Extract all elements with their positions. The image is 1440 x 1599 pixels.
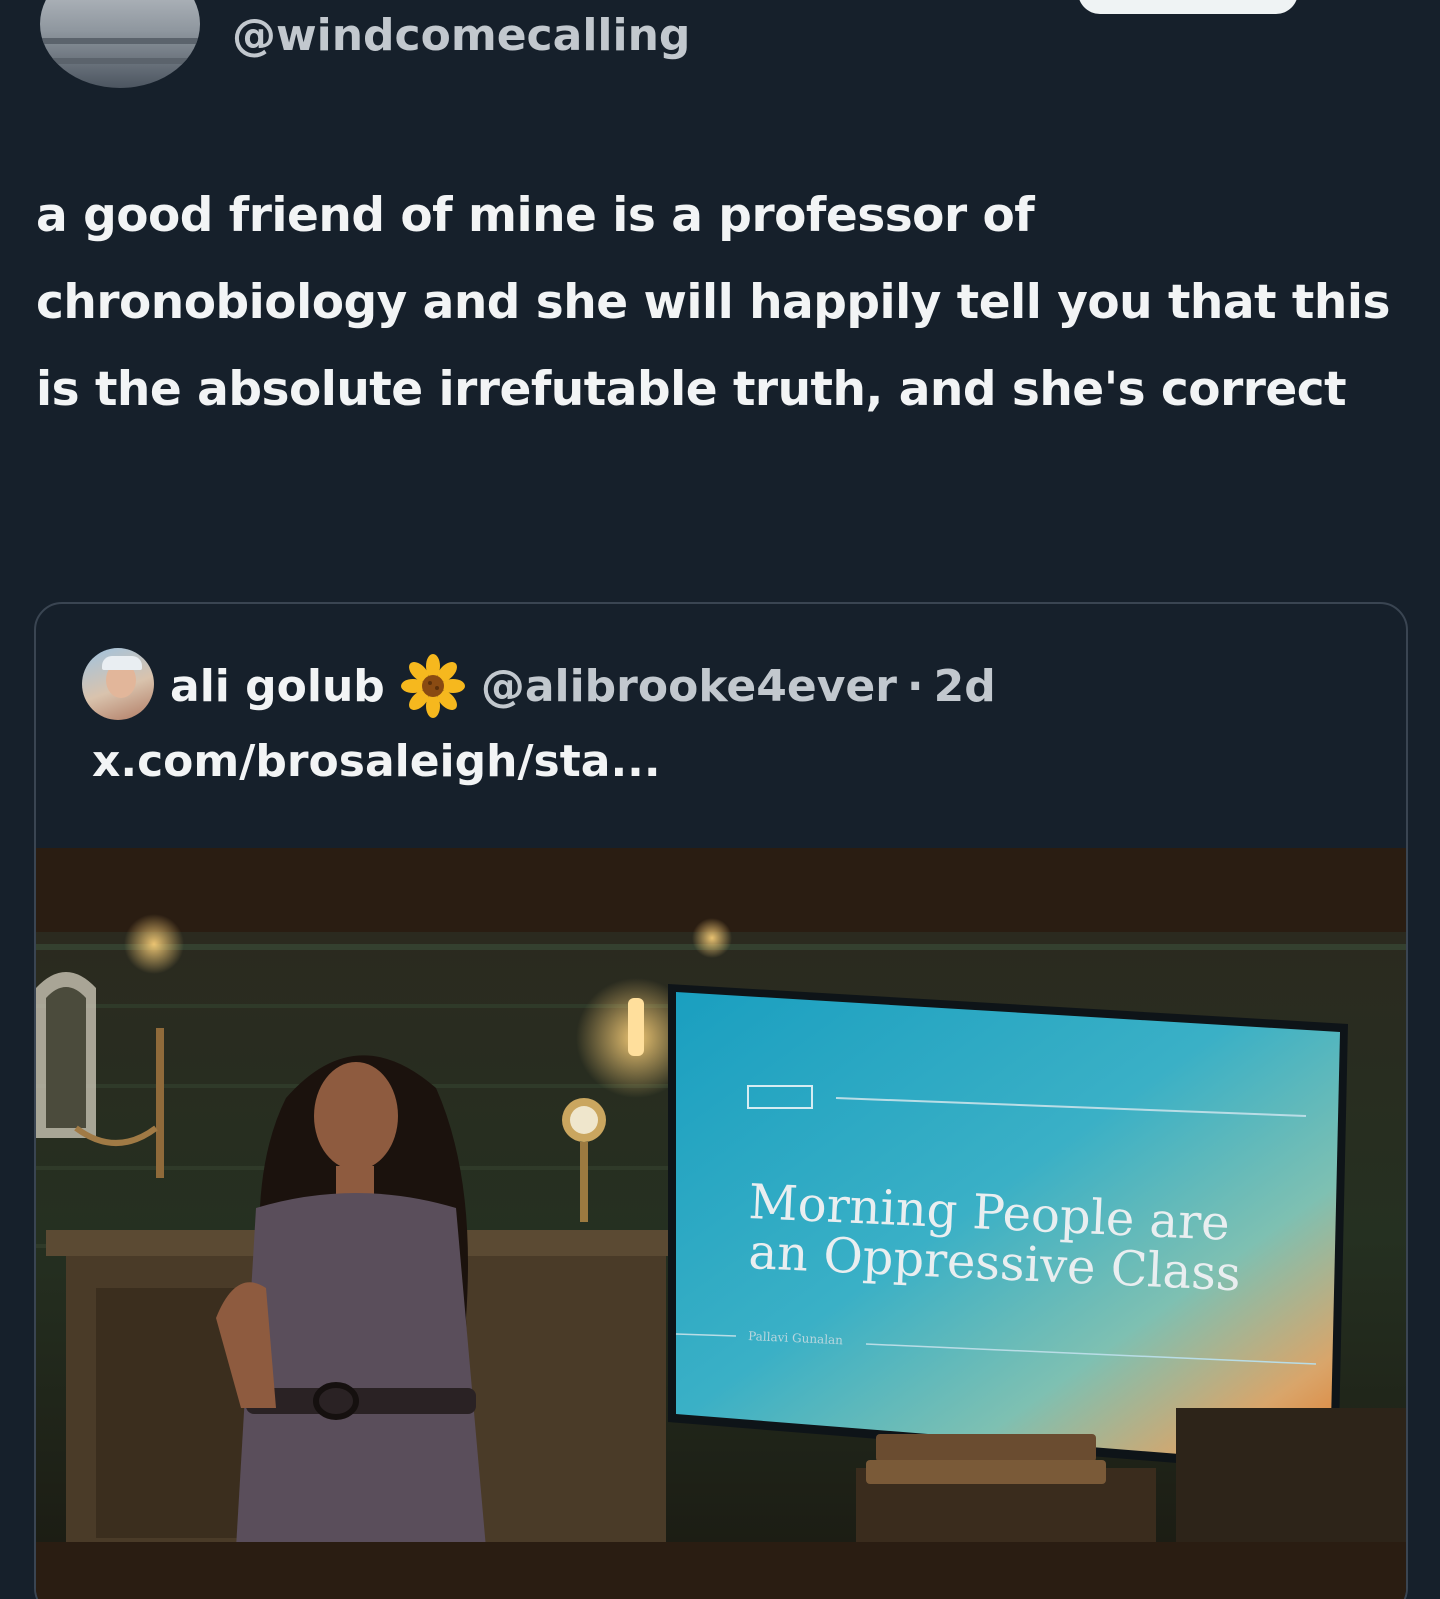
quoted-author-name[interactable]: ali golub — [170, 661, 385, 712]
tweet-screen: @windcomecalling a good friend of mine i… — [0, 0, 1440, 1599]
quoted-tweet-header: ali golub @alibrooke4ever · 2d — [170, 646, 996, 726]
sunflower-icon — [399, 652, 467, 720]
quoted-tweet-media[interactable]: Morning People are an Oppressive Class P… — [36, 848, 1406, 1599]
author-avatar[interactable] — [40, 0, 200, 88]
quoted-tweet-time[interactable]: 2d — [934, 661, 996, 712]
separator-dot: · — [906, 660, 924, 712]
presentation-slide: Morning People are an Oppressive Class P… — [668, 984, 1348, 1476]
tweet-text: a good friend of mine is a professor of … — [36, 188, 1390, 417]
quoted-tweet-link[interactable]: x.com/brosaleigh/sta... — [92, 736, 661, 787]
quoted-author-avatar[interactable] — [82, 648, 154, 720]
quoted-tweet-card[interactable]: ali golub @alibrooke4ever · 2d x.com/bro… — [34, 602, 1408, 1599]
follow-button[interactable] — [1078, 0, 1298, 14]
quoted-author-handle[interactable]: @alibrooke4ever — [481, 661, 897, 712]
author-handle[interactable]: @windcomecalling — [232, 10, 690, 61]
